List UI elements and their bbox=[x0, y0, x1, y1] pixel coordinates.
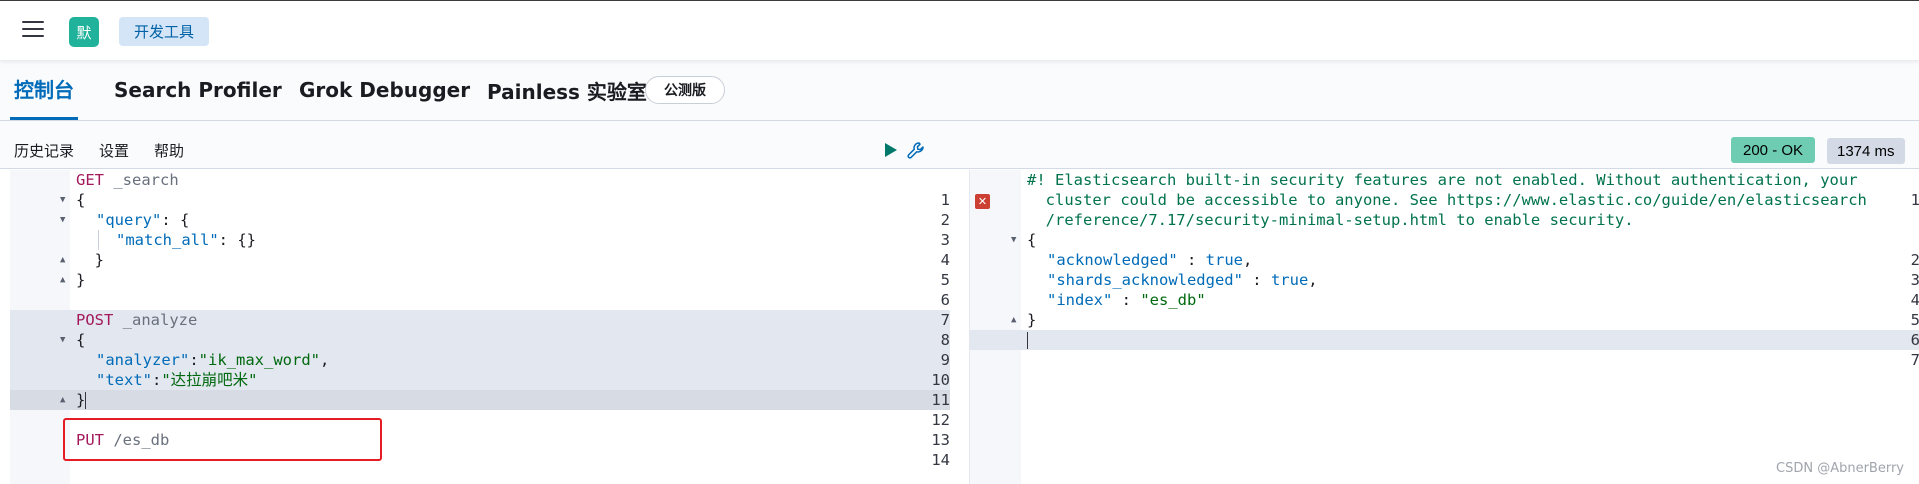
dev-tools-tabs: 控制台 Search Profiler Grok Debugger Painle… bbox=[0, 60, 1919, 121]
code-line: 3 "acknowledged" : true, bbox=[970, 250, 1919, 289]
help-link[interactable]: 帮助 bbox=[154, 140, 184, 161]
code-text: } bbox=[76, 251, 104, 269]
play-icon[interactable] bbox=[884, 142, 898, 158]
http-method: POST bbox=[76, 311, 114, 329]
code-line: 4 "shards_acknowledged" : true, bbox=[970, 270, 1919, 309]
code-line: 6 ▲ } bbox=[970, 310, 1919, 349]
warning-comment: /reference/7.17/security-minimal-setup.h… bbox=[1027, 211, 1634, 229]
request-url: _search bbox=[104, 171, 179, 189]
code-line: 6 ▲ } bbox=[10, 270, 950, 309]
fold-close-icon[interactable]: ▲ bbox=[60, 390, 65, 410]
top-header: 默 开发工具 bbox=[0, 0, 1919, 60]
code-text: , bbox=[1308, 271, 1318, 289]
code-line: 9 ▼ { bbox=[10, 330, 950, 369]
code-text: { bbox=[1027, 231, 1037, 249]
code-text: { bbox=[76, 191, 86, 209]
fold-close-icon[interactable]: ▲ bbox=[60, 250, 65, 270]
code-line: 13 bbox=[10, 410, 950, 449]
request-url: /es_db bbox=[104, 431, 170, 449]
fold-open-icon[interactable]: ▼ bbox=[60, 210, 65, 230]
code-text: : bbox=[1112, 291, 1141, 309]
json-key: "acknowledged" bbox=[1047, 251, 1178, 269]
code-text: : { bbox=[161, 211, 190, 229]
fold-close-icon[interactable]: ▲ bbox=[60, 270, 65, 290]
code-text: } bbox=[1027, 311, 1037, 329]
beta-badge: 公测版 bbox=[645, 76, 725, 104]
tab-grok-debugger[interactable]: Grok Debugger bbox=[299, 60, 470, 120]
code-text: : bbox=[189, 351, 199, 369]
code-line: 8 POST _analyze bbox=[10, 310, 950, 349]
json-string: "ik_max_word" bbox=[198, 351, 320, 369]
code-line: 3 ▼ "query": { bbox=[10, 210, 950, 249]
code-line: 11 "text":"达拉崩吧米" bbox=[10, 370, 950, 409]
request-time-badge: 1374 ms bbox=[1827, 138, 1905, 164]
code-text: : bbox=[1177, 251, 1206, 269]
code-text: } bbox=[76, 271, 86, 289]
code-line: 7 bbox=[970, 330, 1919, 369]
code-text: , bbox=[1242, 251, 1253, 269]
code-line: 2 ▼ { bbox=[10, 190, 950, 229]
json-boolean: true bbox=[1205, 251, 1243, 269]
fold-open-icon[interactable]: ▼ bbox=[60, 190, 65, 210]
json-boolean: true bbox=[1270, 271, 1309, 289]
line-number: 14 bbox=[931, 451, 950, 469]
code-text: : {} bbox=[218, 231, 256, 249]
code-line: 12 ▲ } bbox=[10, 390, 950, 429]
json-string: "达拉崩吧米" bbox=[161, 371, 258, 389]
json-key: "analyzer" bbox=[96, 351, 190, 369]
code-line: 14 PUT /es_db bbox=[10, 430, 950, 469]
code-text: } bbox=[76, 391, 86, 409]
code-line: 5 "index" : "es_db" bbox=[970, 290, 1919, 329]
json-key: "text" bbox=[96, 371, 152, 389]
code-line: 7 bbox=[10, 290, 950, 329]
indent-guide bbox=[98, 230, 99, 250]
code-line: 4 "match_all": {} bbox=[10, 230, 950, 269]
tab-search-profiler[interactable]: Search Profiler bbox=[114, 60, 282, 120]
code-line: 5 ▲ } bbox=[10, 250, 950, 289]
warning-comment: #! Elasticsearch built-in security featu… bbox=[1027, 171, 1858, 189]
http-method: PUT bbox=[76, 431, 104, 449]
http-method: GET bbox=[76, 171, 104, 189]
code-text: { bbox=[76, 331, 86, 349]
response-editor[interactable]: ✕ 1 #! Elasticsearch built-in security f… bbox=[969, 170, 1919, 484]
json-key: "match_all" bbox=[116, 231, 219, 249]
code-line: 1 #! Elasticsearch built-in security fea… bbox=[970, 170, 1919, 209]
tab-painless-lab[interactable]: Painless 实验室 bbox=[487, 60, 647, 120]
code-text: : bbox=[1242, 271, 1271, 289]
code-line: 1 GET _search bbox=[10, 170, 950, 209]
request-url: _analyze bbox=[113, 311, 198, 329]
space-avatar[interactable]: 默 bbox=[69, 17, 99, 47]
fold-close-icon[interactable]: ▲ bbox=[1011, 310, 1016, 330]
settings-link[interactable]: 设置 bbox=[99, 140, 129, 161]
line-number: 7 bbox=[1888, 350, 1919, 370]
history-link[interactable]: 历史记录 bbox=[14, 140, 74, 161]
tab-console[interactable]: 控制台 bbox=[10, 60, 78, 120]
code-text: : bbox=[152, 371, 162, 389]
text-cursor bbox=[85, 392, 87, 409]
status-code-badge: 200 - OK bbox=[1731, 137, 1816, 163]
warning-comment: cluster could be accessible to anyone. S… bbox=[1027, 191, 1867, 209]
json-key: "query" bbox=[96, 211, 162, 229]
json-key: "shards_acknowledged" bbox=[1047, 271, 1243, 289]
code-line: 2 ▼ { bbox=[970, 230, 1919, 269]
json-key: "index" bbox=[1047, 291, 1113, 309]
text-cursor bbox=[1027, 332, 1028, 349]
fold-open-icon[interactable]: ▼ bbox=[60, 330, 65, 350]
wrench-icon[interactable] bbox=[906, 141, 926, 161]
breadcrumb[interactable]: 开发工具 bbox=[119, 17, 210, 46]
request-editor[interactable]: 1 GET _search 2 ▼ { 3 ▼ "query": { 4 "ma… bbox=[10, 170, 950, 484]
fold-open-icon[interactable]: ▼ bbox=[1011, 230, 1016, 250]
json-string: "es_db" bbox=[1140, 291, 1206, 309]
hamburger-menu-icon[interactable] bbox=[22, 21, 44, 39]
code-text: , bbox=[320, 351, 330, 369]
code-line: 10 "analyzer":"ik_max_word", bbox=[10, 350, 950, 389]
watermark: CSDN @AbnerBerry bbox=[1776, 461, 1904, 476]
code-line-wrap: /reference/7.17/security-minimal-setup.h… bbox=[970, 210, 1919, 230]
console-toolbar: 历史记录 设置 帮助 bbox=[0, 121, 1919, 169]
code-line-wrap: cluster could be accessible to anyone. S… bbox=[970, 190, 1919, 210]
